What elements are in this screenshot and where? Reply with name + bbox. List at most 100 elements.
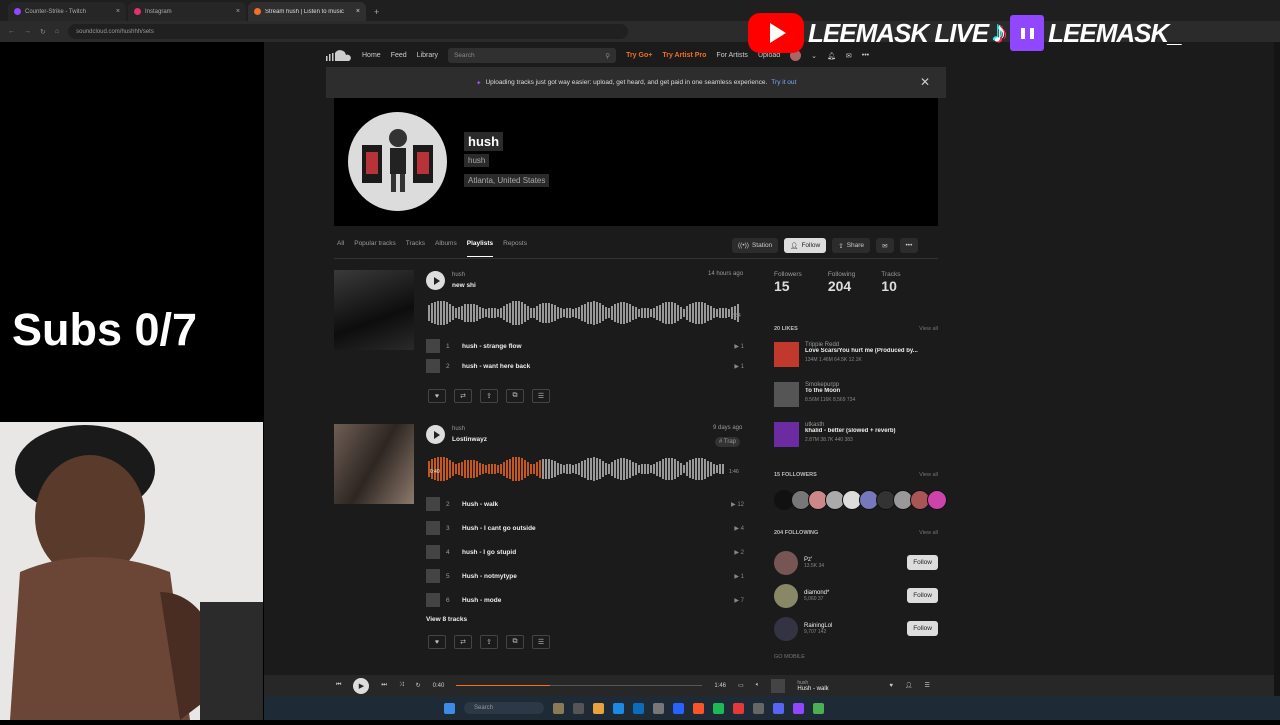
copy-link-icon[interactable]: ⧉ <box>506 635 524 649</box>
view-all-link[interactable]: View all <box>919 326 938 332</box>
track-name[interactable]: Hush - walk <box>462 501 498 508</box>
like-icon[interactable]: ♥ <box>428 635 446 649</box>
play-pause-button[interactable]: ▶ <box>353 677 370 694</box>
shuffle-icon[interactable]: ⤨ <box>399 682 404 689</box>
try-artist-pro-link[interactable]: Try Artist Pro <box>662 52 706 59</box>
track-row[interactable]: 3 Hush - I cant go outside ▶ 4 <box>426 516 744 540</box>
for-artists-link[interactable]: For Artists <box>716 52 748 59</box>
close-icon[interactable]: × <box>116 8 120 15</box>
tab-playlists[interactable]: Playlists <box>466 240 494 257</box>
edge-icon[interactable] <box>613 702 624 714</box>
view-all-link[interactable]: View all <box>919 530 938 536</box>
avatar[interactable] <box>774 550 798 575</box>
playlist-user[interactable]: hush <box>452 426 465 432</box>
now-playing-title[interactable]: Hush - walk <box>797 686 877 692</box>
spotify-icon[interactable] <box>713 702 724 714</box>
track-name[interactable]: Hush - mode <box>462 597 501 604</box>
nav-library[interactable]: Library <box>417 52 438 59</box>
waveform[interactable] <box>428 454 726 484</box>
following-user[interactable]: diamond* 5,060 37 Follow <box>774 579 938 612</box>
liked-track-title[interactable]: To the Moon <box>805 388 935 394</box>
follow-button[interactable]: Follow <box>907 588 938 603</box>
station-button[interactable]: ((•)) Station <box>732 238 779 253</box>
settings-icon[interactable] <box>653 702 664 714</box>
previous-icon[interactable]: ⏮ <box>336 682 341 689</box>
app-icon[interactable] <box>673 702 684 714</box>
windows-start-icon[interactable] <box>444 702 455 714</box>
brave-icon[interactable] <box>693 702 704 714</box>
waveform[interactable] <box>428 298 742 328</box>
like-icon[interactable]: ♥ <box>428 389 446 403</box>
try-go-plus-link[interactable]: Try Go+ <box>626 52 652 59</box>
repost-icon[interactable]: ⇄ <box>454 389 472 403</box>
like-icon[interactable]: ♥ <box>889 683 893 689</box>
playlist-cover[interactable] <box>334 424 414 504</box>
twitch-icon[interactable] <box>793 702 804 714</box>
liked-track[interactable]: Trippie Redd Love Scars/You hurt me (Prod… <box>774 342 938 382</box>
follower-avatar[interactable] <box>927 490 947 510</box>
follow-button[interactable]: Follow <box>907 621 938 636</box>
banner-link[interactable]: Try it out <box>771 79 796 86</box>
follow-button[interactable]: Follow <box>907 555 938 570</box>
close-icon[interactable]: × <box>356 8 360 15</box>
track-artwork[interactable] <box>774 382 799 407</box>
liked-track-title[interactable]: khalid - better (slowed + reverb) <box>805 428 935 434</box>
share-button[interactable]: ⇪ Share <box>832 238 871 253</box>
new-tab-icon[interactable]: + <box>368 2 385 21</box>
liked-track[interactable]: Smokepurpp To the Moon 8.56M 116K 8,569 73… <box>774 382 938 422</box>
copy-link-icon[interactable]: ⧉ <box>506 389 524 403</box>
avatar[interactable] <box>774 616 798 641</box>
browser-tab[interactable]: Counter-Strike - Twitch × <box>8 2 126 21</box>
app-icon[interactable] <box>733 702 744 714</box>
liked-track[interactable]: utkasth khalid - better (slowed + reverb)… <box>774 422 938 462</box>
repeat-icon[interactable]: ↻ <box>416 682 421 689</box>
queue-icon[interactable]: ▭ <box>738 682 744 689</box>
following-user[interactable]: RainingLol 9,707 142 Follow <box>774 612 938 645</box>
playlist-cover[interactable] <box>334 270 414 350</box>
track-name[interactable]: Hush - I cant go outside <box>462 525 536 532</box>
play-button[interactable] <box>426 425 445 444</box>
track-name[interactable]: hush - want here back <box>462 363 530 370</box>
reload-icon[interactable]: ↻ <box>40 28 46 36</box>
home-icon[interactable]: ⌂ <box>55 28 59 35</box>
tab-reposts[interactable]: Reposts <box>503 240 527 257</box>
share-icon[interactable]: ⇪ <box>480 389 498 403</box>
repost-icon[interactable]: ⇄ <box>454 635 472 649</box>
add-to-queue-icon[interactable]: ☰ <box>532 389 550 403</box>
soundcloud-logo-icon[interactable] <box>326 49 352 62</box>
following-user[interactable]: Pz' 13.5K 34 Follow <box>774 546 938 579</box>
browser-tab-active[interactable]: Stream hush | Listen to music p × <box>248 2 366 21</box>
playlist-title[interactable]: Lostinwayz <box>452 436 487 443</box>
tab-popular-tracks[interactable]: Popular tracks <box>354 240 396 257</box>
store-icon[interactable] <box>633 702 644 714</box>
playlist-user[interactable]: hush <box>452 272 465 278</box>
chrome-icon[interactable] <box>813 702 824 714</box>
avatar[interactable] <box>774 583 798 608</box>
track-row[interactable]: 2 hush - want here back ▶ 1 <box>426 356 744 376</box>
back-icon[interactable]: ← <box>8 28 15 35</box>
close-icon[interactable]: × <box>236 8 240 15</box>
liked-track-title[interactable]: Love Scars/You hurt me (Produced by... <box>805 348 935 354</box>
more-button[interactable]: ••• <box>899 238 919 253</box>
profile-avatar[interactable] <box>348 112 447 211</box>
track-name[interactable]: hush - strange flow <box>462 343 522 350</box>
following-name[interactable]: RainingLol <box>804 623 832 629</box>
progress-bar[interactable] <box>456 685 703 686</box>
track-name[interactable]: hush - I go stupid <box>462 549 516 556</box>
add-to-queue-icon[interactable]: ☰ <box>532 635 550 649</box>
scrollbar[interactable] <box>1274 42 1280 696</box>
widget-icon[interactable] <box>553 702 564 714</box>
playlist-title[interactable]: new shi <box>452 282 476 289</box>
nav-home[interactable]: Home <box>362 52 381 59</box>
track-row[interactable]: 1 hush - strange flow ▶ 1 <box>426 336 744 356</box>
task-view-icon[interactable] <box>573 702 584 714</box>
message-button[interactable]: ✉ <box>876 238 894 253</box>
forward-icon[interactable]: → <box>24 28 31 35</box>
now-playing-artwork[interactable] <box>771 678 786 693</box>
track-artwork[interactable] <box>774 422 799 447</box>
track-row[interactable]: 2 Hush - walk ▶ 12 <box>426 492 744 516</box>
volume-icon[interactable]: 🔈︎ <box>756 682 760 689</box>
stat-following[interactable]: Following 204 <box>828 271 855 294</box>
taskbar-search[interactable]: Search <box>464 702 544 714</box>
share-icon[interactable]: ⇪ <box>480 635 498 649</box>
